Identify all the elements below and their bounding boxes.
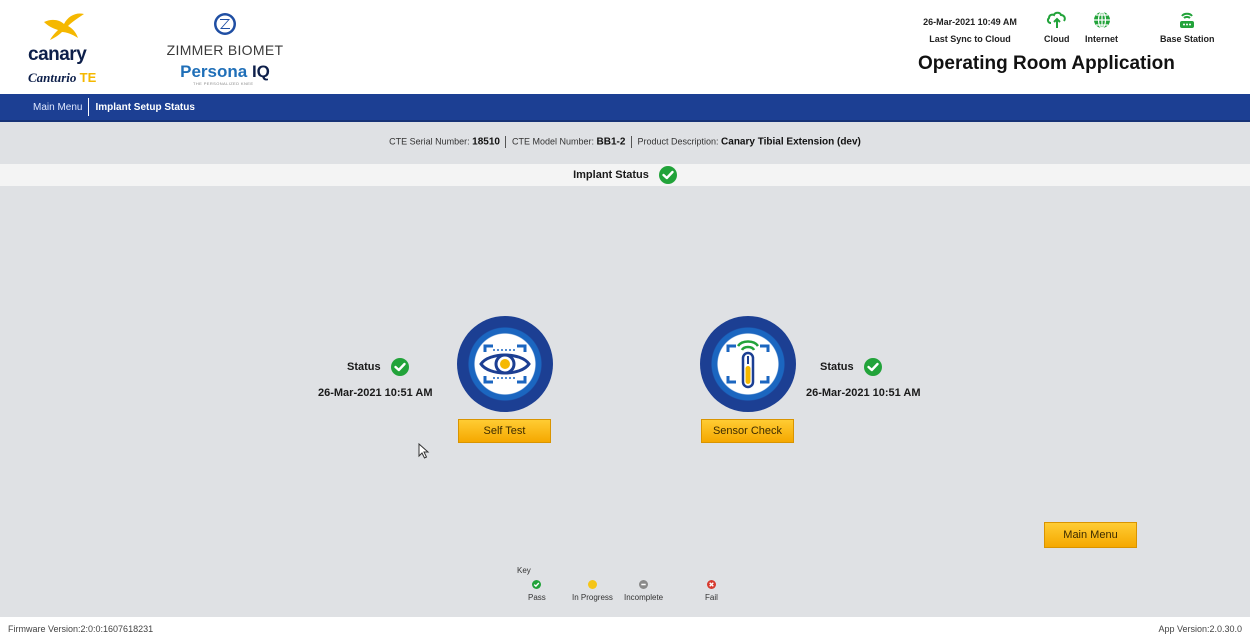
mouse-pointer-icon [418, 443, 430, 459]
fail-x-icon [706, 580, 716, 589]
key-fail: Fail [705, 580, 718, 602]
zimmer-z-icon [214, 13, 236, 35]
sensor-signal-icon [726, 340, 770, 389]
breadcrumb: Main Menu Implant Setup Status [0, 94, 1250, 122]
in-progress-dot-icon [587, 580, 597, 589]
globe-icon [1093, 11, 1110, 29]
router-icon [1180, 12, 1195, 28]
info-divider [630, 136, 632, 148]
canary-wordmark: canary [28, 44, 87, 65]
pass-check-icon [532, 580, 542, 589]
implant-status-label: Implant Status [573, 169, 649, 181]
key-title: Key [517, 566, 531, 575]
self-test-status-label: Status [347, 361, 381, 373]
breadcrumb-main-menu[interactable]: Main Menu [33, 102, 82, 113]
key-incomplete-label: Incomplete [624, 593, 664, 602]
canary-bird-icon [44, 13, 84, 40]
cloud-label: Cloud [1044, 34, 1070, 44]
app-title: Operating Room Application [918, 53, 1175, 74]
sensor-check-status: Status [820, 358, 882, 376]
implant-status: Implant Status [0, 164, 1250, 186]
base-station-status: Base Station [1160, 10, 1215, 44]
pass-check-icon [863, 358, 882, 376]
model-label: CTE Model Number: [511, 136, 595, 147]
sensor-check-status-label: Status [820, 361, 854, 373]
last-sync: 26-Mar-2021 10:49 AM Last Sync to Cloud [905, 14, 1035, 48]
persona-wordmark: Persona IQ [180, 62, 270, 81]
serial-label: CTE Serial Number: [389, 136, 470, 147]
main-panel: CTE Serial Number: 18510 CTE Model Numbe… [0, 122, 1250, 617]
cloud-status: Cloud [1044, 10, 1070, 44]
product-value: Canary Tibial Extension (dev) [721, 136, 861, 148]
app-window: canary Canturio TE ZIMMER BIOMET Persona… [0, 0, 1250, 637]
device-info: CTE Serial Number: 18510 CTE Model Numbe… [0, 136, 1250, 148]
sensor-check-date: 26-Mar-2021 10:51 AM [806, 387, 921, 399]
breadcrumb-current: Implant Setup Status [95, 101, 195, 113]
breadcrumb-divider [88, 98, 90, 116]
self-test-date: 26-Mar-2021 10:51 AM [318, 387, 433, 399]
zimmer-biomet-logo: ZIMMER BIOMET Persona IQ THE PERSONALIZE… [165, 12, 285, 88]
incomplete-minus-icon [639, 580, 649, 589]
internet-label: Internet [1085, 34, 1119, 44]
status-key: Key Pass In Progress Incomplete Fail [510, 566, 730, 616]
model-value: BB1-2 [596, 136, 626, 148]
self-test-button[interactable]: Self Test [458, 419, 551, 443]
self-test-status: Status [347, 358, 409, 376]
sync-date: 26-Mar-2021 10:49 AM [923, 17, 1017, 27]
info-divider [505, 136, 507, 148]
sync-label: Last Sync to Cloud [929, 34, 1011, 44]
key-in-progress-label: In Progress [572, 593, 613, 602]
sensor-check-button[interactable]: Sensor Check [701, 419, 794, 443]
main-menu-button[interactable]: Main Menu [1044, 522, 1137, 548]
pass-check-icon [390, 358, 409, 376]
eye-scan-icon [479, 344, 531, 384]
pass-check-icon [658, 166, 677, 184]
footer: Firmware Version:2:0:0:1607618231 App Ve… [0, 617, 1250, 637]
header: canary Canturio TE ZIMMER BIOMET Persona… [0, 0, 1250, 94]
key-pass-label: Pass [528, 593, 546, 602]
internet-status: Internet [1085, 10, 1118, 44]
product-label: Product Description: [637, 136, 719, 147]
key-fail-label: Fail [705, 593, 718, 602]
canary-logo: canary Canturio TE [28, 10, 108, 85]
key-pass: Pass [528, 580, 546, 602]
firmware-version: Firmware Version:2:0:0:1607618231 [8, 624, 154, 634]
cloud-icon [1046, 11, 1066, 28]
app-version: App Version:2.0.30.0 [1158, 624, 1242, 634]
zimmer-wordmark: ZIMMER BIOMET [166, 42, 284, 58]
persona-tagline: THE PERSONALIZED KNEE [193, 81, 254, 86]
base-station-label: Base Station [1160, 34, 1215, 44]
self-test-badge[interactable] [457, 316, 553, 412]
canurio-wordmark: Canturio TE [28, 70, 97, 85]
key-incomplete: Incomplete [624, 580, 663, 602]
sensor-check-badge[interactable] [700, 316, 796, 412]
serial-value: 18510 [472, 136, 500, 148]
key-in-progress: In Progress [572, 580, 613, 602]
